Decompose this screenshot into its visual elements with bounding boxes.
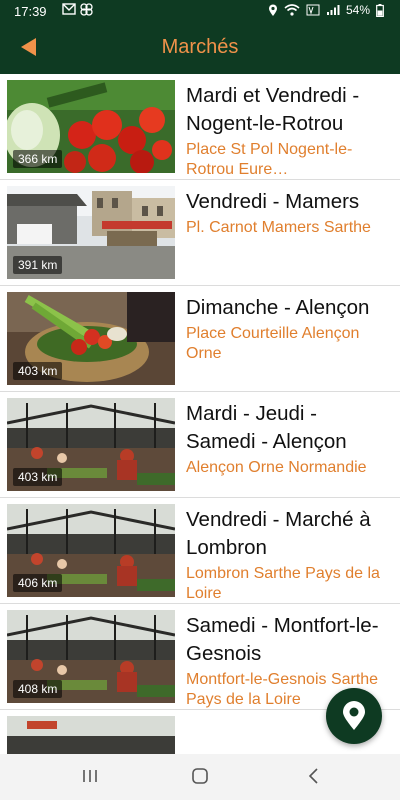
market-address: Place Courteille Alençon Orne [186,325,360,362]
market-thumbnail: 408 km [7,610,175,703]
home-icon [192,768,208,784]
status-right-icons: 54% [268,3,384,17]
gmail-icon [62,3,76,15]
distance-badge: 366 km [13,150,63,168]
market-thumbnail: 366 km [7,80,175,173]
market-address: Pl. Carnot Mamers Sarthe [186,219,371,236]
list-item[interactable]: 403 km Dimanche - Alençon Place Courteil… [0,286,400,392]
battery-icon [376,3,384,17]
market-hall-image [7,716,175,754]
location-icon [268,4,277,16]
map-fab-button[interactable] [326,688,382,744]
market-address: Place St Pol Nogent-le-Rotrou Eure… [186,141,353,178]
distance-badge: 408 km [13,680,63,698]
market-title: Vendredi - Mamers [186,190,360,213]
pinwheel-icon [80,3,93,16]
app-bar: Marchés [0,24,400,74]
signal-icon [326,5,340,15]
list-item[interactable]: 366 km Mardi et Vendredi - Nogent-le-Rot… [0,74,400,180]
distance-badge: 403 km [13,468,63,486]
status-time: 17:39 [14,4,47,19]
market-address: Alençon Orne Normandie [186,459,367,476]
market-title: Vendredi - Marché à Lombron [186,508,371,559]
distance-badge: 406 km [13,574,63,592]
distance-badge: 403 km [13,362,63,380]
market-thumbnail: 403 km [7,292,175,385]
market-thumbnail [7,716,175,754]
market-address: Lombron Sarthe Pays de la Loire [186,565,380,602]
market-list[interactable]: 366 km Mardi et Vendredi - Nogent-le-Rot… [0,74,400,754]
battery-percent: 54% [345,3,370,17]
status-left-icons [62,3,93,16]
page-title: Marchés [161,36,239,58]
market-title: Dimanche - Alençon [186,296,370,319]
market-thumbnail: 403 km [7,398,175,491]
map-pin-icon [343,701,365,730]
market-thumbnail: 406 km [7,504,175,597]
recent-apps-icon [83,770,97,782]
market-title: Mardi et Vendredi - Nogent-le-Rotrou [186,84,360,135]
list-item[interactable]: 406 km Vendredi - Marché à Lombron Lombr… [0,498,400,604]
market-title: Samedi - Montfort-le-Gesnois [186,614,379,665]
distance-badge: 391 km [13,256,63,274]
list-item[interactable]: 403 km Mardi - Jeudi - Samedi - Alençon … [0,392,400,498]
back-icon [308,768,318,784]
list-item[interactable]: 391 km Vendredi - Mamers Pl. Carnot Mame… [0,180,400,286]
market-title: Mardi - Jeudi - Samedi - Alençon [186,402,347,453]
home-button[interactable] [190,766,214,788]
market-thumbnail: 391 km [7,186,175,279]
volte-icon [306,4,320,16]
wifi-icon [284,4,300,16]
nav-back-button[interactable] [304,766,328,788]
status-bar: 17:39 54% [0,0,400,24]
recent-apps-button[interactable] [80,766,104,788]
system-nav-bar [0,754,400,800]
